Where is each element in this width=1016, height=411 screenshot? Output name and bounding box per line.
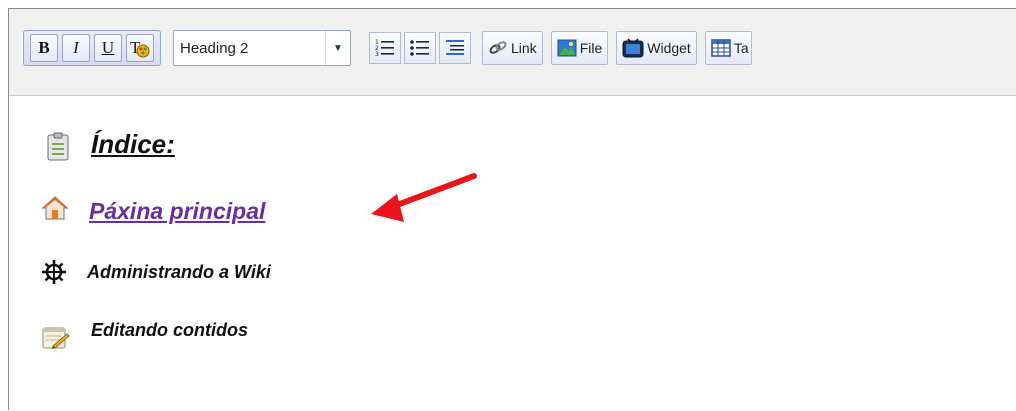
main-page-link[interactable]: Páxina principal bbox=[89, 198, 265, 225]
main-page-line: Páxina principal bbox=[41, 195, 265, 225]
admin-item-label: Administrando a Wiki bbox=[87, 261, 271, 282]
table-button[interactable]: Ta bbox=[704, 31, 752, 65]
indent-icon bbox=[446, 40, 464, 55]
index-heading: Índice: bbox=[91, 128, 175, 159]
bulleted-list-button[interactable] bbox=[404, 32, 436, 64]
link-button[interactable]: Link bbox=[482, 31, 543, 65]
bulleted-list-icon bbox=[410, 40, 429, 56]
underline-button[interactable]: U bbox=[94, 34, 122, 62]
clipboard-icon bbox=[47, 132, 69, 161]
chevron-down-icon[interactable]: ▼ bbox=[325, 31, 350, 65]
annotation-arrow bbox=[371, 173, 477, 222]
italic-button[interactable]: I bbox=[62, 34, 90, 62]
home-icon bbox=[41, 195, 69, 220]
widget-button[interactable]: Widget bbox=[616, 31, 697, 65]
link-icon bbox=[489, 41, 507, 54]
list-buttons-group: 1 2 3 bbox=[369, 30, 474, 66]
link-button-label: Link bbox=[511, 40, 537, 56]
widget-icon bbox=[622, 38, 644, 58]
bold-button[interactable]: B bbox=[30, 34, 58, 62]
index-heading-line: Índice: bbox=[45, 126, 175, 162]
file-button-label: File bbox=[579, 40, 603, 56]
indent-button[interactable] bbox=[439, 32, 471, 64]
admin-item-line: Administrando a Wiki bbox=[41, 259, 271, 285]
file-button[interactable]: File bbox=[550, 31, 609, 65]
text-color-icon: T bbox=[130, 38, 150, 58]
toolbar-row: B I U T Heading 2 ▼ 1 2 3 Link File Widg… bbox=[23, 29, 752, 67]
image-icon bbox=[557, 39, 577, 57]
svg-text:3: 3 bbox=[375, 51, 379, 58]
widget-button-label: Widget bbox=[647, 40, 691, 56]
editor-toolbar: B I U T Heading 2 ▼ 1 2 3 Link File Widg… bbox=[9, 9, 1016, 96]
editor-content[interactable]: Índice: Páxina principal Administrando a… bbox=[9, 96, 1016, 411]
text-color-button[interactable]: T bbox=[126, 34, 154, 62]
edit-item-label: Editando contidos bbox=[91, 319, 248, 340]
text-format-group: B I U T bbox=[23, 30, 161, 66]
numbered-list-button[interactable]: 1 2 3 bbox=[369, 32, 401, 64]
edit-note-icon bbox=[42, 327, 70, 349]
numbered-list-icon: 1 2 3 bbox=[375, 39, 394, 58]
table-icon bbox=[711, 39, 731, 57]
format-select[interactable]: Heading 2 ▼ bbox=[173, 30, 351, 66]
editor-frame: B I U T Heading 2 ▼ 1 2 3 Link File Widg… bbox=[8, 8, 1016, 410]
edit-item-line: Editando contidos bbox=[41, 308, 248, 352]
table-button-label: Ta bbox=[733, 40, 749, 56]
format-select-value: Heading 2 bbox=[180, 39, 249, 57]
gear-icon bbox=[42, 260, 66, 284]
